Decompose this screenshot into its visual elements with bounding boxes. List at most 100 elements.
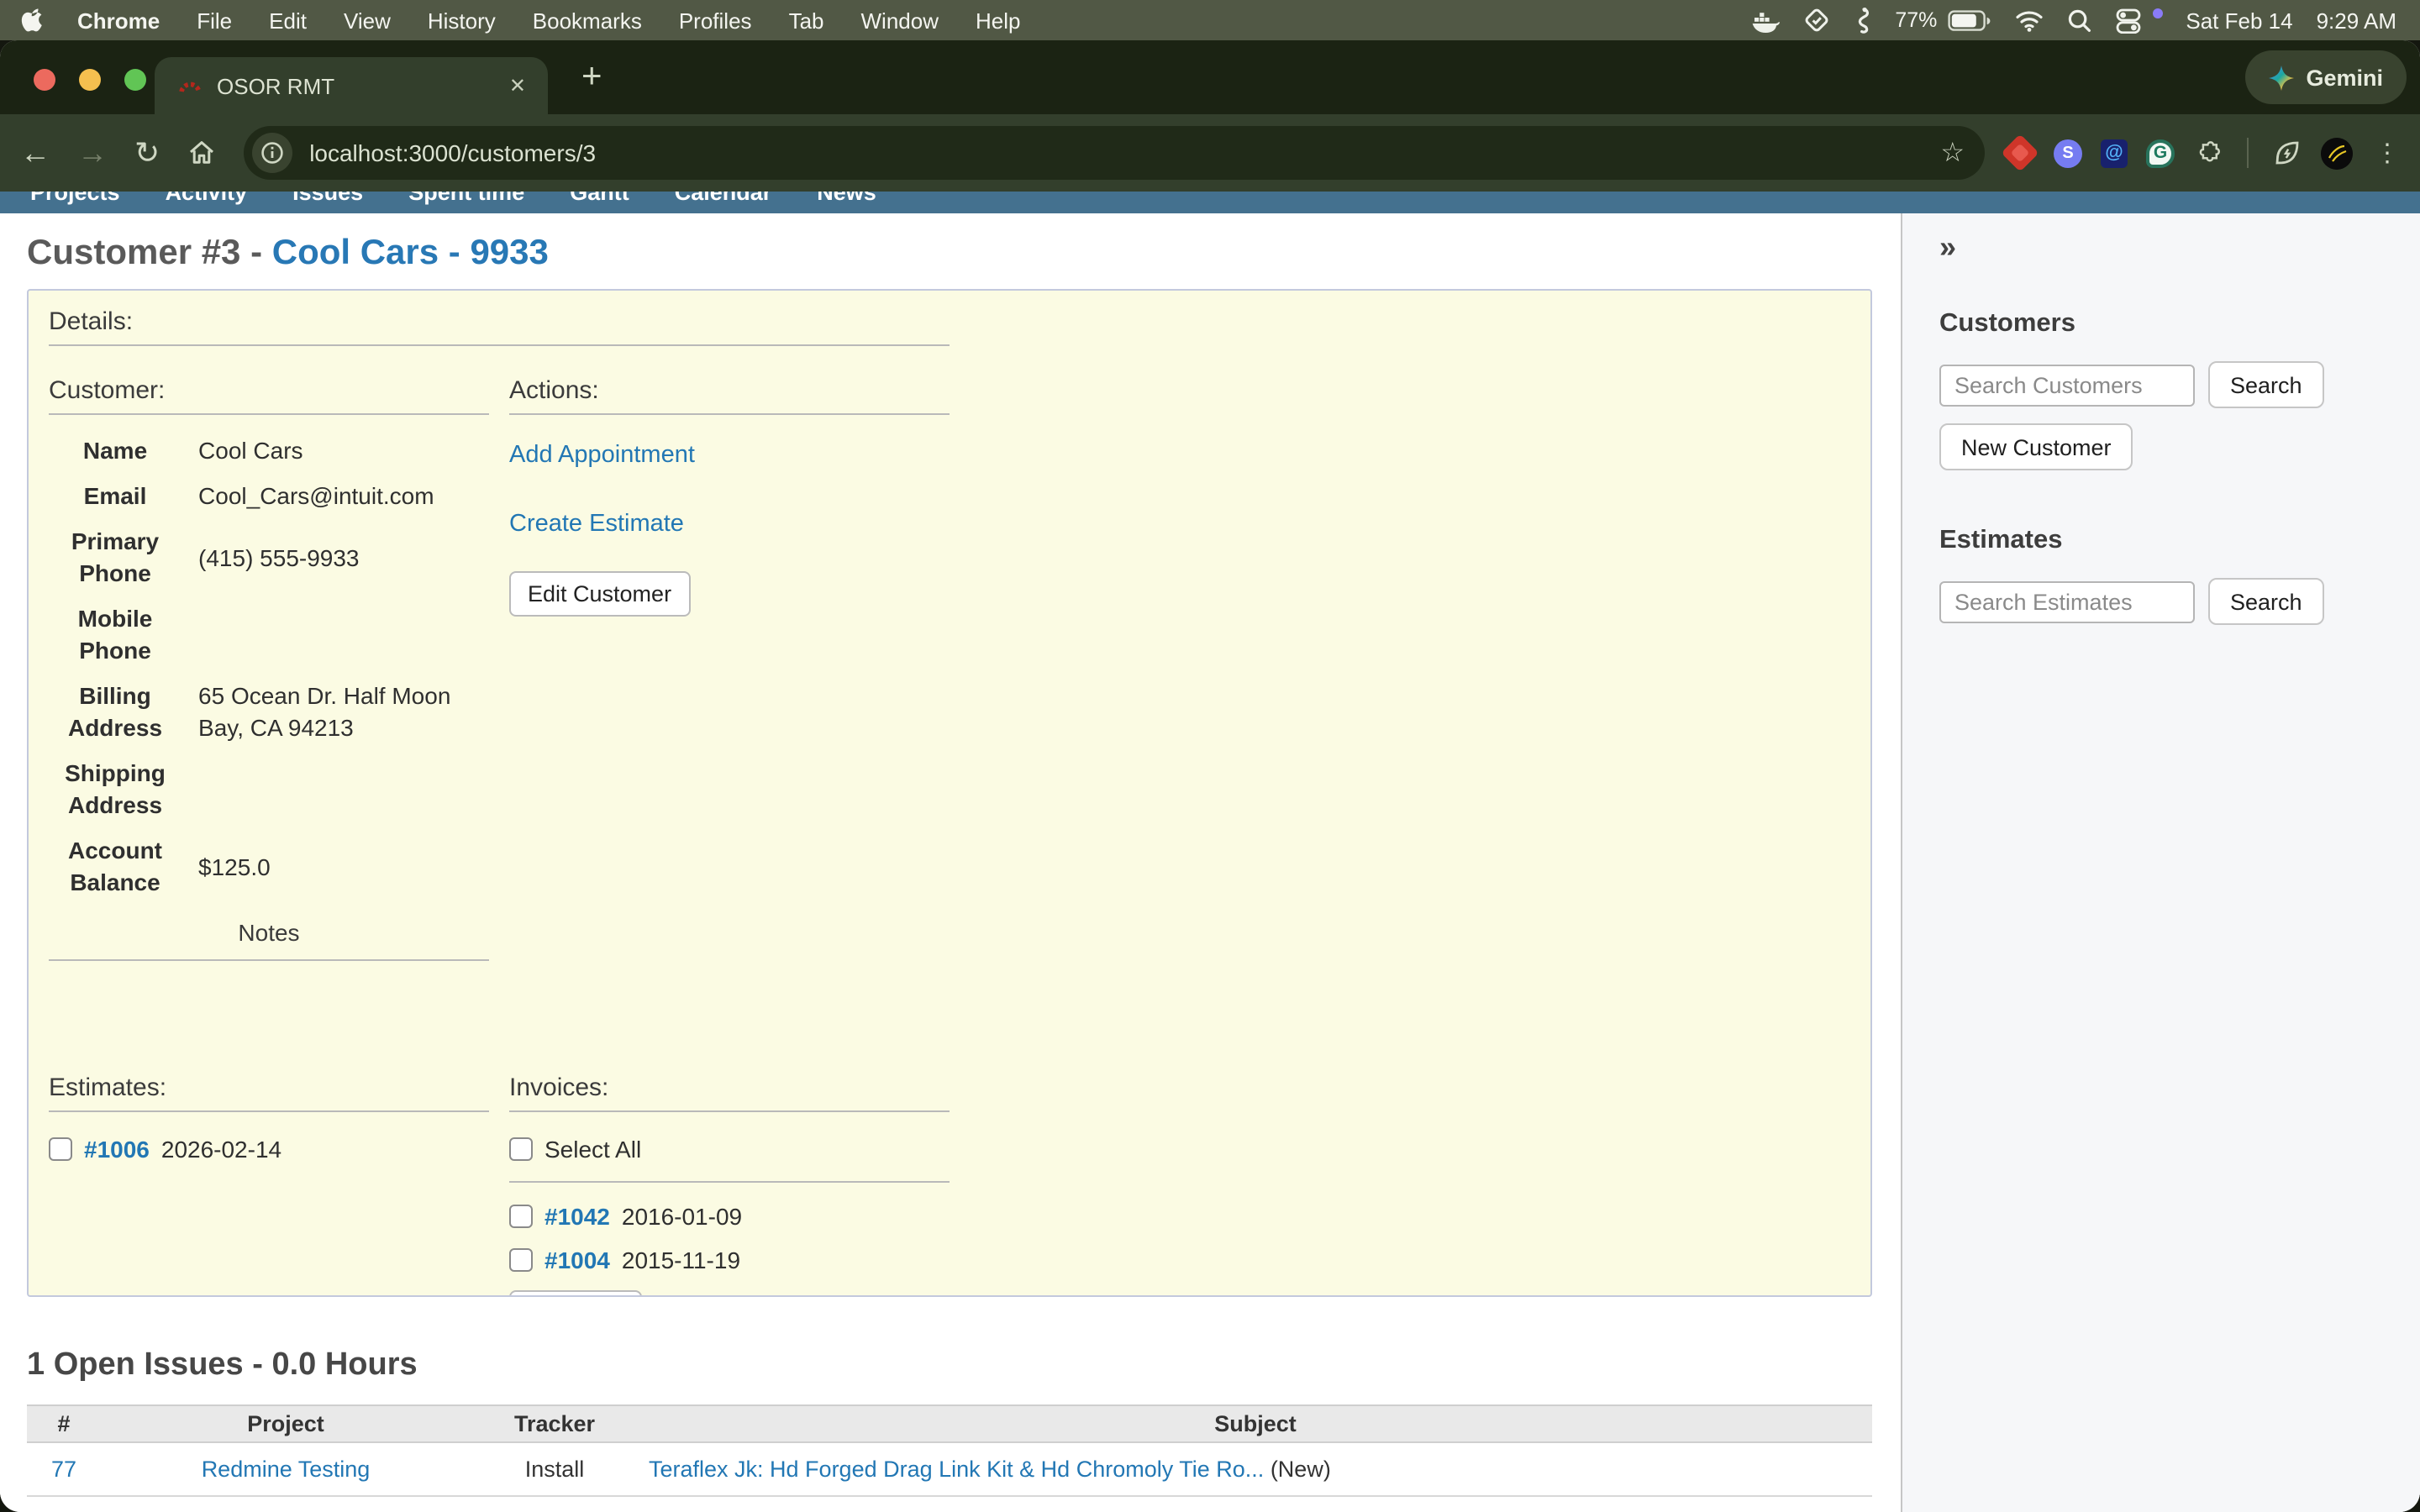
url-text[interactable]: localhost:3000/customers/3 (309, 139, 1933, 166)
menu-window[interactable]: Window (861, 8, 939, 33)
menu-chrome[interactable]: Chrome (77, 8, 160, 33)
bulk-pdf-button[interactable]: Bulk PDF (509, 1290, 642, 1297)
nav-issues[interactable]: Issues (292, 192, 363, 213)
back-icon[interactable]: ← (20, 138, 50, 168)
details-panel: Details: Customer: NameCool Cars EmailCo… (27, 289, 1872, 1297)
select-all-label: Select All (544, 1136, 641, 1163)
invoice-date: 2016-01-09 (622, 1203, 742, 1230)
bookmark-star-icon[interactable]: ☆ (1933, 136, 1971, 170)
macos-menu-bar: Chrome File Edit View History Bookmarks … (0, 0, 2420, 40)
nav-projects[interactable]: Projects (30, 192, 120, 213)
tab-close-icon[interactable]: ✕ (504, 74, 531, 97)
invoice-date: 2015-11-19 (622, 1247, 740, 1273)
control-center-icon[interactable] (2115, 8, 2144, 33)
search-customers-input[interactable] (1939, 364, 2195, 406)
col-id: # (27, 1405, 101, 1442)
extension-purple-icon[interactable]: S (2054, 139, 2082, 167)
invoice-link[interactable]: #1004 (544, 1247, 610, 1273)
invoice-link[interactable]: #1042 (544, 1203, 610, 1230)
battery-percent: 77% (1895, 8, 1937, 32)
extension-blue-lock-icon[interactable]: @ (2101, 139, 2128, 167)
menu-bookmarks[interactable]: Bookmarks (533, 8, 642, 33)
docker-icon[interactable] (1750, 8, 1779, 33)
menu-edit[interactable]: Edit (269, 8, 307, 33)
wifi-icon[interactable] (2014, 9, 2043, 31)
menu-file[interactable]: File (197, 8, 232, 33)
web-page: Projects Activity Issues Spent time Gant… (0, 192, 2420, 1512)
minimize-window-button[interactable] (79, 69, 101, 91)
gemini-label: Gemini (2306, 65, 2383, 90)
chrome-window: OSOR RMT ✕ + Gemini ← → ↻ localhost:3000… (0, 40, 2420, 1512)
new-tab-button[interactable]: + (568, 54, 616, 101)
page-title: Customer #3 - Cool Cars - 9933 (27, 234, 1901, 274)
table-row: Shipping Address (49, 751, 489, 828)
screen: Chrome File Edit View History Bookmarks … (0, 0, 2420, 1512)
profile-avatar[interactable] (2321, 137, 2353, 169)
apple-icon[interactable] (20, 7, 44, 34)
actions-legend: Actions: (509, 376, 950, 415)
spotlight-search-icon[interactable] (2066, 8, 2091, 33)
notes-label: Notes (49, 919, 489, 961)
nav-activity[interactable]: Activity (166, 192, 248, 213)
diamond-check-app-icon[interactable] (1802, 7, 1829, 34)
site-info-icon[interactable] (252, 133, 292, 173)
extension-red-icon[interactable] (2005, 138, 2035, 168)
tab-title: OSOR RMT (217, 73, 504, 98)
search-estimates-input[interactable] (1939, 580, 2195, 622)
customer-name-link[interactable]: Cool Cars - 9933 (272, 234, 549, 272)
reload-icon[interactable]: ↻ (134, 138, 160, 168)
tab-osor-rmt[interactable]: OSOR RMT ✕ (155, 57, 548, 114)
open-issues-heading: 1 Open Issues - 0.0 Hours (27, 1347, 1901, 1384)
nav-calendar[interactable]: Calendar (675, 192, 772, 213)
new-customer-button[interactable]: New Customer (1939, 423, 2133, 470)
estimate-link[interactable]: #1006 (84, 1136, 150, 1163)
gemini-sparkle-icon (2269, 65, 2294, 90)
create-estimate-link[interactable]: Create Estimate (509, 511, 950, 538)
estimate-checkbox[interactable] (49, 1137, 72, 1161)
url-bar[interactable]: localhost:3000/customers/3 ☆ (244, 126, 1985, 180)
fullscreen-window-button[interactable] (124, 69, 146, 91)
nav-gantt[interactable]: Gantt (570, 192, 629, 213)
sidebar-collapse-icon[interactable]: » (1939, 230, 1956, 264)
tab-favicon-icon (178, 72, 202, 99)
battery-icon[interactable] (1947, 9, 1991, 31)
battery-saver-leaf-icon[interactable] (2272, 138, 2302, 168)
nav-news[interactable]: News (817, 192, 876, 213)
nav-spent-time[interactable]: Spent time (408, 192, 524, 213)
sidebar-customers-heading: Customers (1939, 309, 2420, 339)
home-icon[interactable] (187, 138, 217, 168)
invoice-checkbox[interactable] (509, 1248, 533, 1272)
close-window-button[interactable] (34, 69, 55, 91)
page-title-prefix: Customer #3 - (27, 234, 272, 272)
menubar-date[interactable]: Sat Feb 14 (2186, 8, 2292, 33)
extensions-puzzle-icon[interactable] (2193, 138, 2223, 168)
table-row: NameCool Cars (49, 428, 489, 474)
search-customers-button[interactable]: Search (2208, 361, 2324, 408)
app-nav-bar: Projects Activity Issues Spent time Gant… (0, 192, 2420, 213)
issue-subject-link[interactable]: Teraflex Jk: Hd Forged Drag Link Kit & H… (649, 1457, 1264, 1482)
invoice-checkbox[interactable] (509, 1205, 533, 1228)
open-issues-table: # Project Tracker Subject 77 Redmine Tes… (27, 1404, 1872, 1497)
edit-customer-button[interactable]: Edit Customer (509, 571, 690, 617)
grammarly-icon[interactable]: G (2146, 139, 2175, 167)
menu-view[interactable]: View (344, 8, 391, 33)
invoices-legend: Invoices: (509, 1074, 950, 1112)
gemini-button[interactable]: Gemini (2245, 50, 2407, 104)
search-estimates-button[interactable]: Search (2208, 578, 2324, 625)
menu-tab[interactable]: Tab (789, 8, 824, 33)
issue-project-link[interactable]: Redmine Testing (202, 1457, 371, 1482)
menu-history[interactable]: History (428, 8, 496, 33)
menu-profiles[interactable]: Profiles (679, 8, 752, 33)
forward-icon[interactable]: → (77, 138, 108, 168)
menu-help[interactable]: Help (976, 8, 1021, 33)
estimate-date: 2026-02-14 (161, 1136, 281, 1163)
squiggle-app-icon[interactable] (1853, 7, 1871, 34)
table-row: Account Balance$125.0 (49, 828, 489, 906)
invoices-divider (509, 1181, 950, 1183)
issue-id-link[interactable]: 77 (51, 1457, 76, 1482)
menubar-time[interactable]: 9:29 AM (2317, 8, 2396, 33)
chrome-menu-icon[interactable]: ⋮ (2375, 138, 2400, 168)
select-all-checkbox[interactable] (509, 1137, 533, 1161)
add-appointment-link[interactable]: Add Appointment (509, 442, 950, 469)
sidebar-estimates-heading: Estimates (1939, 526, 2420, 556)
